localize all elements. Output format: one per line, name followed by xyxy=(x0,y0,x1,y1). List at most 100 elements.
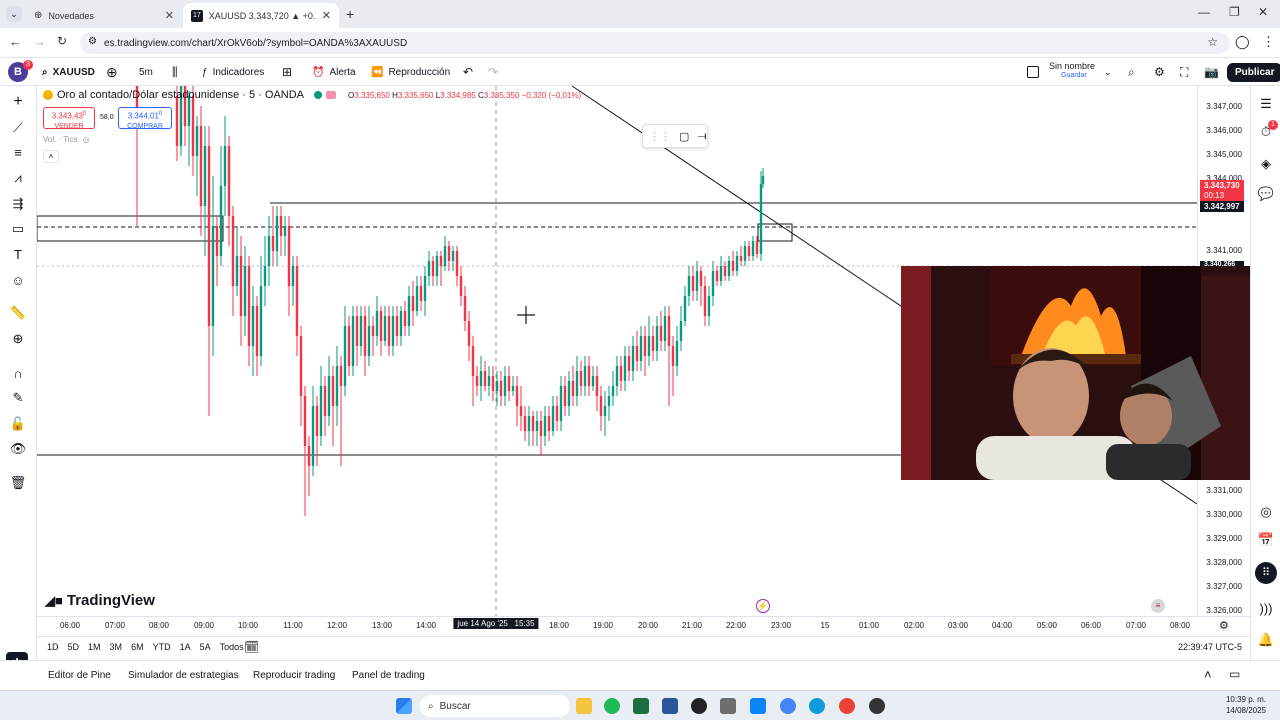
chevron-down-icon[interactable]: ⌄ xyxy=(1104,58,1112,86)
edge-icon[interactable] xyxy=(809,698,825,714)
fullscreen-icon[interactable]: ⛶ xyxy=(1180,58,1188,86)
close-tab-icon[interactable]: ✕ xyxy=(322,9,331,22)
zoom-in-icon[interactable]: ⊕ xyxy=(8,329,28,349)
forward-icon[interactable]: → xyxy=(33,34,46,49)
system-clock[interactable]: 10:39 p. m. 14/08/2025 xyxy=(1218,694,1266,716)
excel-icon[interactable] xyxy=(633,698,649,714)
range-button[interactable]: Todos xyxy=(220,642,244,652)
lightning-event-icon[interactable]: ⚡ xyxy=(756,599,770,613)
spotify-icon[interactable] xyxy=(604,698,620,714)
layout-grid-icon[interactable]: ⊞ xyxy=(282,58,292,86)
forecast-icon[interactable]: ⇶ xyxy=(8,194,28,214)
tab-strategy-tester[interactable]: Simulador de estrategias xyxy=(128,670,239,681)
apps-grid-icon[interactable]: ⠿ xyxy=(1255,562,1277,584)
compare-add-icon[interactable]: ⊕ xyxy=(106,58,118,86)
interval-selector[interactable]: 5m xyxy=(139,58,153,86)
range-button[interactable]: 6M xyxy=(131,642,144,652)
time-axis[interactable]: 06:00 07:00 08:00 09:00 10:00 11:00 12:00 13:00… xyxy=(37,616,1250,634)
windows-start-icon[interactable] xyxy=(396,698,412,714)
clock-timezone[interactable]: 22:39:47 UTC-5 xyxy=(1178,642,1242,652)
browser-tab-active[interactable]: 17 XAUUSD 3.343,720 ▲ +0.24% S ✕ xyxy=(183,3,339,28)
layout-name-button[interactable]: Sin nombre Guardar xyxy=(1049,61,1095,81)
close-tab-icon[interactable]: ✕ xyxy=(165,9,174,22)
tab-trading-panel[interactable]: Panel de trading xyxy=(352,670,425,681)
crosshair-icon[interactable]: + xyxy=(8,92,28,112)
range-button[interactable]: 1D xyxy=(47,642,59,652)
camera-snapshot-icon[interactable]: 📷 xyxy=(1204,58,1219,86)
undo-icon[interactable]: ↶ xyxy=(463,58,473,86)
watchlist-icon[interactable]: ☰ xyxy=(1256,94,1276,114)
eye-icon[interactable]: 👁 xyxy=(8,439,28,459)
new-tab-icon[interactable]: + xyxy=(346,6,354,22)
chat-icon[interactable]: 💬 xyxy=(1256,184,1276,204)
profile-icon[interactable]: ◯ xyxy=(1235,34,1250,50)
bookmark-star-icon[interactable]: ☆ xyxy=(1207,35,1218,49)
misc-app-icon[interactable] xyxy=(869,698,885,714)
browser-menu-icon[interactable]: ⋮ xyxy=(1262,34,1275,50)
shape-rectangle-icon[interactable]: ▭ xyxy=(8,219,28,239)
lock-icon[interactable]: 🔓 xyxy=(8,414,28,434)
symbol-search[interactable]: ⌕ XAUUSD xyxy=(42,58,95,86)
chrome-active-icon[interactable] xyxy=(839,698,855,714)
redo-icon[interactable]: ↷ xyxy=(488,58,498,86)
us-flag-event-icon[interactable]: ≡ xyxy=(1151,599,1165,613)
hide-eye-icon[interactable]: ◎ xyxy=(83,135,90,144)
calendar-icon[interactable]: 📅 xyxy=(1256,530,1276,550)
settings-gear-icon[interactable]: ⚙ xyxy=(1154,58,1165,86)
magnet-icon[interactable]: ∩ xyxy=(8,363,28,383)
goto-date-calendar-icon[interactable]: 🗓 xyxy=(244,640,259,654)
file-explorer-icon[interactable] xyxy=(576,698,592,714)
stay-drawing-icon[interactable]: ✎ xyxy=(8,388,28,408)
quick-search-icon[interactable]: ⌕ xyxy=(1128,58,1135,86)
alert-button[interactable]: ⏰ Alerta xyxy=(312,58,356,86)
close-window-icon[interactable]: ✕ xyxy=(1258,5,1268,19)
minimize-icon[interactable]: — xyxy=(1198,5,1210,19)
range-button[interactable]: 5D xyxy=(68,642,80,652)
range-button[interactable]: 5A xyxy=(200,642,211,652)
line-tool-icon[interactable]: ⟞ xyxy=(697,130,706,143)
replay-button[interactable]: ⏪ Reproducción xyxy=(371,58,450,86)
chevron-up-icon[interactable]: ˄ xyxy=(1204,667,1212,682)
range-button[interactable]: 1A xyxy=(180,642,191,652)
range-button[interactable]: 1M xyxy=(88,642,101,652)
pattern-icon[interactable]: ⩘ xyxy=(8,168,28,188)
ruler-icon[interactable]: 📏 xyxy=(8,303,28,323)
layout-checkbox-icon[interactable] xyxy=(1027,58,1039,86)
candle-type-icon[interactable]: ⫼ xyxy=(172,58,178,86)
app-window-icon[interactable] xyxy=(750,698,766,714)
layers-icon[interactable]: ◈ xyxy=(1256,154,1276,174)
reload-icon[interactable]: ↻ xyxy=(57,34,67,48)
target-icon[interactable]: ◎ xyxy=(1256,502,1276,522)
word-icon[interactable] xyxy=(662,698,678,714)
publish-button[interactable]: Publicar xyxy=(1227,58,1280,86)
broadcast-icon[interactable]: ))) xyxy=(1256,598,1276,618)
sell-button[interactable]: 3.343,430 VENDER xyxy=(43,107,95,130)
collapse-legend-icon[interactable]: ˄ xyxy=(43,150,59,163)
browser-tab[interactable]: ⊕ Novedades ✕ xyxy=(26,3,182,28)
tab-replay-trading[interactable]: Reproducir trading xyxy=(253,670,335,681)
fib-lines-icon[interactable]: ≡ xyxy=(8,142,28,162)
trash-icon[interactable]: 🗑 xyxy=(8,473,28,493)
trend-line-icon[interactable]: ⟋ xyxy=(8,118,28,138)
axis-settings-gear-icon[interactable]: ⚙ xyxy=(1219,619,1229,632)
back-icon[interactable]: ← xyxy=(9,34,22,49)
app-icon[interactable] xyxy=(720,698,736,714)
drag-handle-icon[interactable]: ⋮⋮ xyxy=(649,130,671,143)
tab-pine-editor[interactable]: Editor de Pine xyxy=(48,670,111,681)
obs-icon[interactable] xyxy=(691,698,707,714)
site-info-icon[interactable]: ⚙ xyxy=(88,36,97,47)
text-tool-icon[interactable]: T xyxy=(8,244,28,264)
range-button[interactable]: YTD xyxy=(153,642,171,652)
maximize-panel-icon[interactable]: ▭ xyxy=(1229,667,1240,681)
legend-title[interactable]: Oro al contado/Dólar estadounidense · 5 … xyxy=(57,89,304,101)
indicators-button[interactable]: ƒ Indicadores xyxy=(202,58,264,86)
url-field[interactable]: ⚙ es.tradingview.com/chart/XrOkV6ob/?sym… xyxy=(80,32,1230,54)
range-button[interactable]: 3M xyxy=(110,642,123,652)
chrome-icon[interactable] xyxy=(780,698,796,714)
taskbar-search[interactable]: ⌕ Buscar xyxy=(420,695,570,717)
emoji-icon[interactable]: ☺ xyxy=(8,270,28,290)
tab-list-icon[interactable]: ⌄ xyxy=(6,6,22,22)
restore-icon[interactable]: ❐ xyxy=(1229,5,1240,19)
notifications-bell-icon[interactable]: 🔔 xyxy=(1256,630,1276,650)
rectangle-tool-icon[interactable]: ▢ xyxy=(679,130,689,143)
